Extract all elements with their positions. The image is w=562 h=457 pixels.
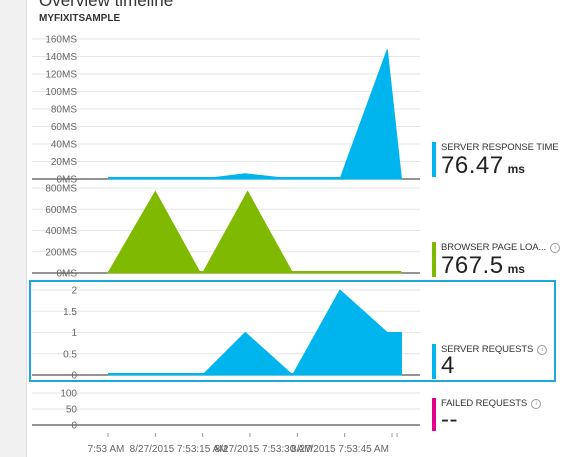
y-tick-label: 160MS — [45, 35, 77, 46]
y-tick-label: 50 — [66, 405, 78, 416]
y-tick-label: 200MS — [45, 247, 77, 258]
selected-chart-highlight — [29, 280, 556, 382]
metric-number: 4 — [441, 352, 455, 379]
y-tick-label: 20MS — [51, 157, 77, 168]
y-tick-label: 40MS — [51, 140, 77, 151]
metric-color-bar — [432, 398, 436, 431]
metric-number: 76.47 — [441, 152, 504, 179]
metric-unit: ms — [507, 162, 525, 176]
y-tick-label: 0 — [71, 421, 77, 432]
y-tick-label: 140MS — [45, 52, 77, 63]
x-tick-label-overlap: AM — [298, 444, 313, 455]
y-tick-label: 80MS — [51, 105, 77, 116]
y-tick-label: 100 — [60, 389, 77, 400]
metric-number: 767.5 — [441, 252, 504, 279]
metric-color-bar — [432, 142, 436, 177]
x-tick-label-overlap: AM — [213, 444, 228, 455]
overview-timeline-chart[interactable]: 160MS140MS120MS100MS80MS60MS40MS20MS0MS8… — [0, 0, 562, 457]
y-tick-label: 800MS — [45, 184, 77, 195]
y-tick-label: 60MS — [51, 122, 77, 133]
x-axis: 7:53 AM 8/27/2015 7:53:15 8/27/2015 7:53:3… — [88, 433, 398, 455]
series-area-browser-page-load — [107, 190, 402, 274]
metric-color-bar — [432, 242, 436, 277]
metric-value: 4 — [441, 352, 459, 380]
chart-panel-browser-page-load[interactable]: 800MS 600MS 400MS 200MS 0MS — [32, 184, 420, 280]
app-insights-blade: Overview timeline MYFIXITSAMPLE 160MS 140… — [0, 0, 562, 457]
chart-panel-server-response-time[interactable]: 160MS140MS120MS100MS80MS60MS40MS20MS0MS — [32, 35, 420, 186]
series-area-server-response-time — [108, 49, 403, 180]
x-tick-label: 8/27/2015 7:53:15 — [130, 444, 211, 455]
y-tick-label: 0MS — [56, 269, 77, 280]
chart-panel-failed-requests[interactable]: 100 50 0 — [32, 389, 420, 432]
info-icon[interactable]: i — [531, 399, 542, 409]
y-tick-label: 100MS — [45, 87, 77, 98]
metric-number: -- — [441, 406, 458, 433]
y-tick-label: 600MS — [45, 205, 77, 216]
y-tick-label: 120MS — [45, 70, 77, 81]
y-tick-label: 400MS — [45, 226, 77, 237]
info-icon[interactable]: i — [550, 243, 561, 253]
metric-value: 767.5 ms — [441, 252, 525, 280]
metric-value: 76.47 ms — [441, 152, 525, 180]
info-icon[interactable]: i — [537, 345, 548, 355]
metric-unit: ms — [507, 262, 525, 276]
x-tick-label: 7:53 AM — [88, 444, 125, 455]
metric-value: -- — [441, 406, 462, 434]
metric-color-bar — [432, 344, 436, 379]
